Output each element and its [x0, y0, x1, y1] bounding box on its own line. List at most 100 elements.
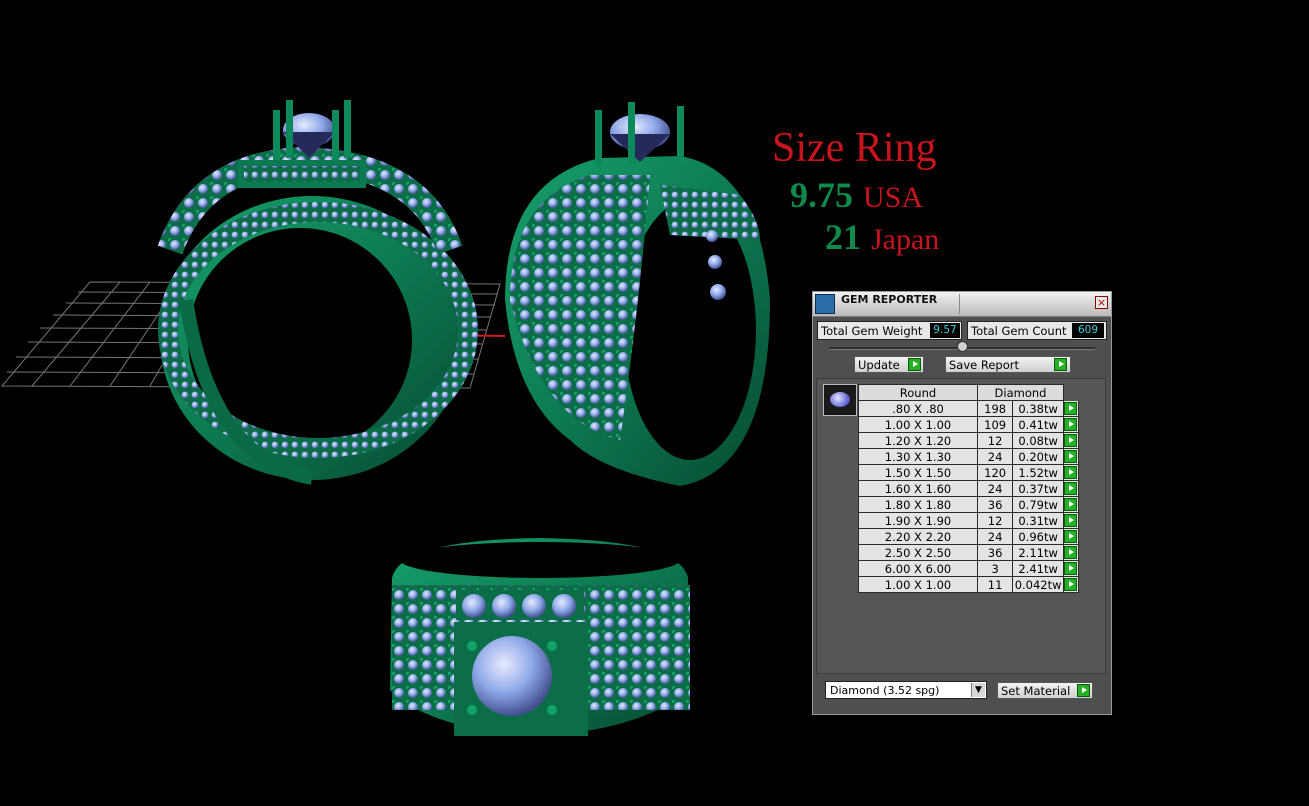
ring-side-view	[505, 102, 770, 486]
material-select-value: Diamond (3.52 spg)	[830, 684, 940, 697]
ring-front-view	[157, 100, 478, 485]
column-material: Diamond	[977, 384, 1064, 401]
row-select-cell	[1063, 496, 1079, 513]
size-japan-value: 21	[825, 217, 861, 257]
gem-count-cell: 3	[976, 560, 1014, 577]
row-select-cell	[1063, 560, 1079, 577]
size-japan-unit: Japan	[871, 223, 940, 256]
save-report-label: Save Report	[949, 358, 1020, 372]
gem-stone-icon	[830, 392, 850, 407]
set-material-button[interactable]: Set Material	[997, 682, 1093, 699]
collapse-knob-icon[interactable]	[957, 341, 968, 352]
gem-size-cell: 1.00 X 1.00	[858, 416, 978, 433]
set-material-label: Set Material	[1001, 684, 1071, 698]
table-row: 2.50 X 2.50 36 2.11tw	[858, 544, 1079, 561]
save-report-button[interactable]: Save Report	[945, 356, 1071, 373]
select-arrow-icon[interactable]	[1064, 450, 1077, 463]
gem-weight-cell: 2.41tw	[1012, 560, 1064, 577]
gem-reporter-icon	[815, 294, 835, 314]
table-row: 1.00 X 1.00 109 0.41tw	[858, 416, 1079, 433]
row-select-cell	[1063, 464, 1079, 481]
gem-count-cell: 36	[976, 496, 1014, 513]
gem-weight-cell: 1.52tw	[1012, 464, 1064, 481]
gem-weight-cell: 0.38tw	[1012, 400, 1064, 417]
close-icon[interactable]: ×	[1095, 296, 1108, 309]
gem-weight-cell: 0.41tw	[1012, 416, 1064, 433]
total-gem-count-value: 609	[1072, 323, 1104, 338]
select-arrow-icon[interactable]	[1064, 402, 1077, 415]
row-select-cell	[1063, 400, 1079, 417]
gem-size-cell: 1.80 X 1.80	[858, 496, 978, 513]
gem-weight-cell: 2.11tw	[1012, 544, 1064, 561]
total-gem-weight-label: Total Gem Weight	[821, 324, 923, 338]
gem-size-cell: .80 X .80	[858, 400, 978, 417]
table-row: 1.90 X 1.90 12 0.31tw	[858, 512, 1079, 529]
gem-size-cell: 2.50 X 2.50	[858, 544, 978, 561]
select-arrow-icon[interactable]	[1064, 562, 1077, 575]
gem-count-cell: 120	[976, 464, 1014, 481]
select-arrow-icon[interactable]	[1064, 498, 1077, 511]
gem-weight-cell: 0.96tw	[1012, 528, 1064, 545]
size-usa-value: 9.75	[790, 175, 853, 215]
column-action	[1063, 384, 1079, 401]
row-select-cell	[1063, 528, 1079, 545]
gem-count-cell: 24	[976, 480, 1014, 497]
panel-title: GEM REPORTER	[841, 293, 938, 306]
gem-size-cell: 1.20 X 1.20	[858, 432, 978, 449]
table-row: 1.30 X 1.30 24 0.20tw	[858, 448, 1079, 465]
select-arrow-icon[interactable]	[1064, 578, 1077, 591]
row-select-cell	[1063, 576, 1079, 593]
total-gem-weight-value: 9.57	[930, 323, 960, 338]
table-row: 2.20 X 2.20 24 0.96tw	[858, 528, 1079, 545]
row-select-cell	[1063, 480, 1079, 497]
size-usa-line: 9.75 USA	[790, 174, 923, 216]
row-select-cell	[1063, 432, 1079, 449]
size-ring-title: Size Ring	[772, 125, 937, 171]
gem-table-header: Round Diamond	[858, 384, 1079, 401]
play-arrow-icon	[1054, 358, 1067, 371]
select-arrow-icon[interactable]	[1064, 466, 1077, 479]
table-row: 1.00 X 1.00 11 0.042tw	[858, 576, 1079, 593]
select-arrow-icon[interactable]	[1064, 418, 1077, 431]
select-arrow-icon[interactable]	[1064, 530, 1077, 543]
play-arrow-icon	[908, 358, 921, 371]
gem-weight-cell: 0.20tw	[1012, 448, 1064, 465]
gem-table-body: .80 X .80 198 0.38tw 1.00 X 1.00 109 0.41tw …	[858, 400, 1079, 593]
gem-size-cell: 1.30 X 1.30	[858, 448, 978, 465]
row-select-cell	[1063, 544, 1079, 561]
size-usa-unit: USA	[863, 181, 924, 214]
play-arrow-icon	[1077, 684, 1090, 697]
gem-count-cell: 109	[976, 416, 1014, 433]
total-gem-count-box: Total Gem Count 609	[967, 321, 1107, 340]
table-row: 1.60 X 1.60 24 0.37tw	[858, 480, 1079, 497]
gem-count-cell: 12	[976, 432, 1014, 449]
gem-count-cell: 198	[976, 400, 1014, 417]
select-arrow-icon[interactable]	[1064, 482, 1077, 495]
gem-size-cell: 1.60 X 1.60	[858, 480, 978, 497]
column-shape: Round	[858, 384, 978, 401]
gem-count-cell: 24	[976, 528, 1014, 545]
select-arrow-icon[interactable]	[1064, 434, 1077, 447]
select-arrow-icon[interactable]	[1064, 514, 1077, 527]
table-row: 1.80 X 1.80 36 0.79tw	[858, 496, 1079, 513]
gem-table: Round Diamond .80 X .80 198 0.38tw 1.00 X …	[858, 384, 1079, 593]
title-separator	[959, 294, 960, 314]
panel-titlebar[interactable]: GEM REPORTER ×	[813, 292, 1111, 317]
round-gem-thumbnail-icon[interactable]	[823, 384, 857, 416]
select-arrow-icon[interactable]	[1064, 546, 1077, 559]
material-select[interactable]: Diamond (3.52 spg) ▼	[825, 681, 987, 699]
gem-count-cell: 11	[976, 576, 1014, 593]
gem-weight-cell: 0.31tw	[1012, 512, 1064, 529]
gem-size-cell: 1.90 X 1.90	[858, 512, 978, 529]
viewport-3d[interactable]	[0, 0, 1309, 806]
chevron-down-icon[interactable]: ▼	[971, 683, 985, 697]
table-row: .80 X .80 198 0.38tw	[858, 400, 1079, 417]
size-japan-line: 21 Japan	[825, 216, 939, 258]
gem-count-cell: 24	[976, 448, 1014, 465]
gem-weight-cell: 0.042tw	[1012, 576, 1064, 593]
table-row: 6.00 X 6.00 3 2.41tw	[858, 560, 1079, 577]
gem-weight-cell: 0.37tw	[1012, 480, 1064, 497]
gem-size-cell: 1.50 X 1.50	[858, 464, 978, 481]
update-button[interactable]: Update	[854, 356, 924, 373]
gem-size-cell: 6.00 X 6.00	[858, 560, 978, 577]
